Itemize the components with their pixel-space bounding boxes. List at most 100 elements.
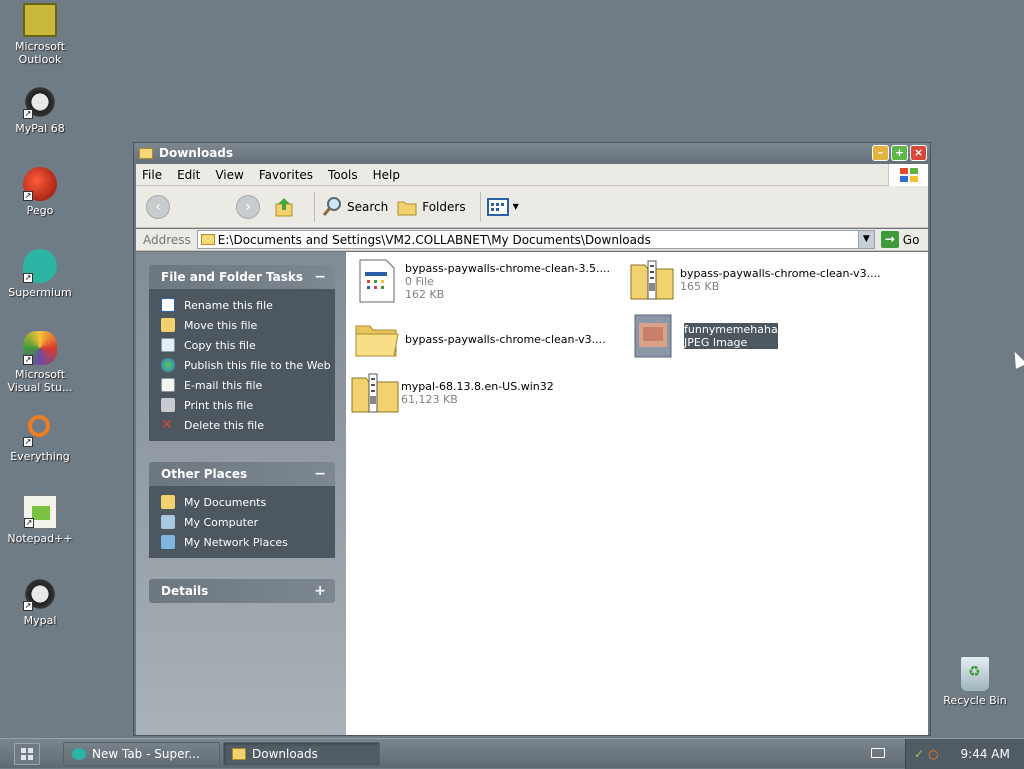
start-button[interactable] [14,743,40,765]
search-icon [322,196,341,216]
desktop-icon-mypal[interactable]: ↗ Mypal [0,577,80,627]
image-thumbnail-icon [633,313,679,359]
folders-label: Folders [422,199,466,214]
minimize-button[interactable]: – [872,145,889,161]
window-title: Downloads [159,146,234,160]
desktop-icon-label: Notepad++ [7,532,73,545]
collapse-icon[interactable]: − [314,466,326,482]
details-panel: Details + [149,579,335,603]
file-item-jpeg[interactable]: funnymemehaha JPEG Image [633,313,778,359]
clock[interactable]: 9:44 AM [961,747,1010,761]
file-item-crx[interactable]: bypass-paywalls-chrome-clean-3.5.... 0 F… [354,258,610,304]
explorer-window: Downloads – + × File Edit View Favorites… [133,142,931,736]
menu-help[interactable]: Help [373,168,400,182]
file-item-zip-v3[interactable]: bypass-paywalls-chrome-clean-v3.... 165 … [629,257,881,303]
raccoon-icon: ↗ [23,85,57,119]
back-button[interactable]: ‹ [146,194,170,219]
system-tray: ✓ ○ 9:44 AM [905,739,1024,769]
copy-file-link[interactable]: Copy this file [161,335,335,355]
file-list: bypass-paywalls-chrome-clean-3.5.... 0 F… [346,252,928,735]
email-file-link[interactable]: E-mail this file [161,375,335,395]
search-button[interactable]: Search [321,196,388,218]
print-file-link[interactable]: Print this file [161,395,335,415]
mouse-cursor-icon [1009,349,1024,369]
my-network-places-link[interactable]: My Network Places [161,532,335,552]
address-input[interactable]: E:\Documents and Settings\VM2.COLLABNET\… [196,230,875,249]
desktop-icon-label: Pego [26,204,54,217]
delete-x-icon: ✕ [161,417,173,433]
file-size: 61,123 KB [401,393,458,406]
desktop-icon-label: MyPal 68 [15,122,65,135]
desktop-icon-visual-studio[interactable]: ↗ Microsoft Visual Stu... [0,331,80,394]
collapse-icon[interactable]: − [314,269,326,285]
go-button[interactable]: → Go [880,231,920,248]
views-button[interactable]: ▼ [486,197,519,216]
maximize-button[interactable]: + [891,145,908,161]
supermium-icon [72,748,86,760]
publish-file-link[interactable]: Publish this file to the Web [161,355,335,375]
file-size: 162 KB [405,287,445,301]
folder-icon [161,495,175,509]
network-tray-icon[interactable]: ✓ [914,747,924,761]
desktop-icon-mypal-68[interactable]: ↗ MyPal 68 [0,85,80,135]
move-icon [161,318,175,332]
outlook-icon [23,3,57,37]
copy-icon [161,338,175,352]
address-dropdown-button[interactable]: ▼ [857,231,874,248]
go-label: Go [902,232,920,247]
title-bar[interactable]: Downloads [134,143,930,163]
desktop-icon-label: Supermium [8,286,72,299]
delete-file-link[interactable]: ✕ Delete this file [161,415,335,435]
rename-file-link[interactable]: Rename this file [161,295,335,315]
other-places-header[interactable]: Other Places − [149,462,335,486]
folders-button[interactable]: Folders [396,197,466,217]
other-places-panel: Other Places − My Documents My Computer … [149,462,335,558]
task-pane: File and Folder Tasks − Rename this file… [136,252,346,735]
file-size: 165 KB [680,280,720,293]
menu-view[interactable]: View [215,168,243,182]
menu-file[interactable]: File [142,168,162,182]
computer-icon [161,515,175,529]
menu-favorites[interactable]: Favorites [259,168,313,182]
taskbar-item-downloads[interactable]: Downloads [223,742,380,766]
taskbar: New Tab - Super... Downloads ✓ ○ 9:44 AM [0,738,1024,769]
file-type: JPEG Image [684,336,748,349]
file-folder-tasks-header[interactable]: File and Folder Tasks − [149,265,335,289]
details-header[interactable]: Details + [149,579,335,603]
search-tray-icon[interactable]: ○ [928,747,938,761]
desktop-icon-supermium[interactable]: ↗ Supermium [0,249,80,299]
folder-icon [139,147,153,159]
file-name: bypass-paywalls-chrome-clean-3.5.... [405,261,610,275]
taskbar-item-browser[interactable]: New Tab - Super... [63,742,220,766]
expand-icon[interactable]: + [314,583,326,599]
desktop-icon-recycle-bin[interactable]: ♻ Recycle Bin [935,657,1015,707]
up-button[interactable] [274,196,300,218]
file-name: mypal-68.13.8.en-US.win32 [401,380,554,393]
folders-icon [397,201,417,215]
keyboard-icon[interactable] [871,748,885,758]
address-label: Address [143,232,191,247]
address-value: E:\Documents and Settings\VM2.COLLABNET\… [217,232,651,247]
recycle-bin-icon: ♻ [961,657,989,691]
forward-button[interactable]: › [236,194,260,219]
file-item-folder-v3[interactable]: bypass-paywalls-chrome-clean-v3.... [354,316,606,362]
close-button[interactable]: × [910,145,927,161]
desktop-icon-everything[interactable]: ↗ Everything [0,413,80,463]
menu-edit[interactable]: Edit [177,168,200,182]
email-icon [161,378,175,392]
menu-tools[interactable]: Tools [328,168,358,182]
my-computer-link[interactable]: My Computer [161,512,335,532]
search-label: Search [347,199,389,214]
desktop-icon-outlook[interactable]: Microsoft Outlook [0,3,80,66]
my-documents-link[interactable]: My Documents [161,492,335,512]
desktop-icon-notepadpp[interactable]: ↗ Notepad++ [0,495,80,545]
move-file-link[interactable]: Move this file [161,315,335,335]
file-name: funnymemehaha [684,323,778,336]
start-grid-icon [21,748,33,760]
zip-folder-icon [350,370,399,416]
globe-icon [161,358,175,372]
file-item-mypal-zip[interactable]: mypal-68.13.8.en-US.win32 61,123 KB [350,370,554,416]
address-bar: Address E:\Documents and Settings\VM2.CO… [136,229,928,251]
printer-icon [161,398,175,412]
desktop-icon-pego[interactable]: ↗ Pego [0,167,80,217]
